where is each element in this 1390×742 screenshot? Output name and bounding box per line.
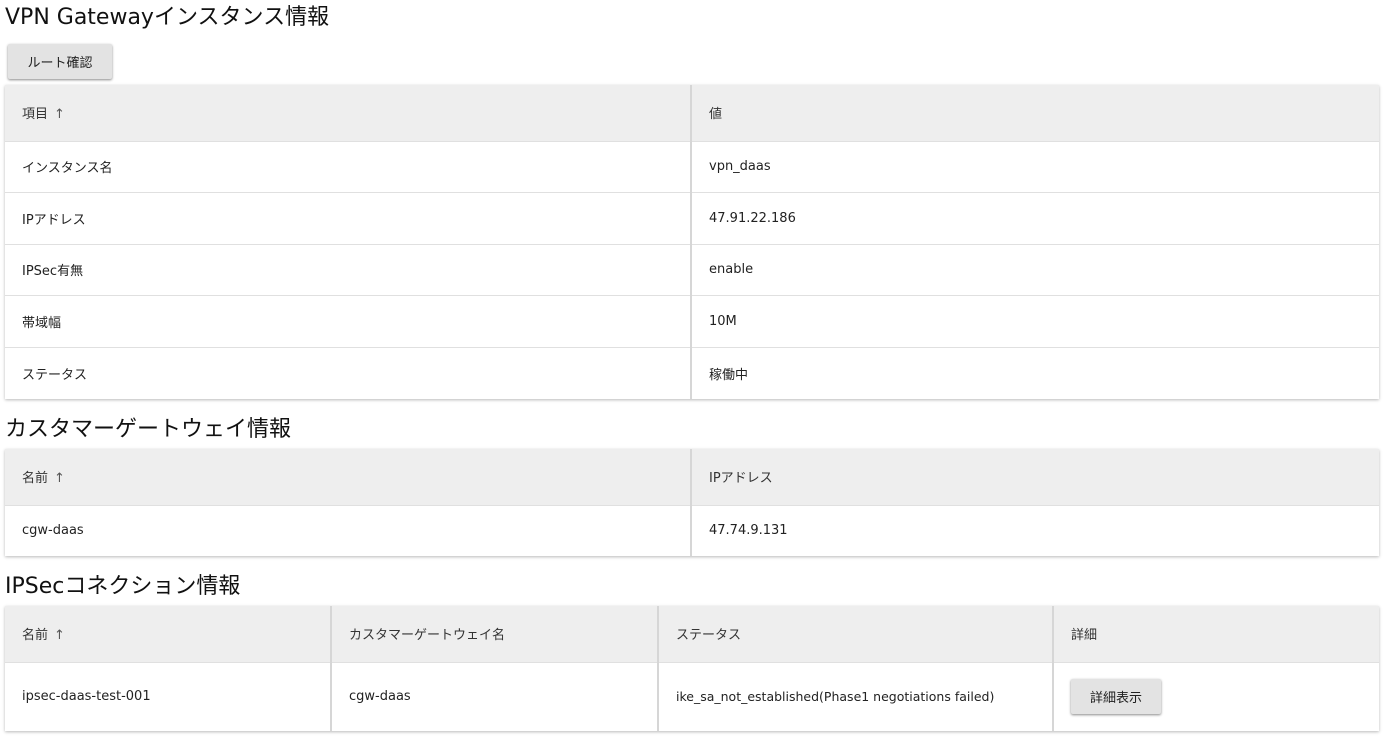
ipsec-name: ipsec-daas-test-001 <box>5 661 331 731</box>
row-label: 帯域幅 <box>5 295 691 348</box>
row-label: ステータス <box>5 346 691 399</box>
table-header-row: 名前 ↑ カスタマーゲートウェイ名 ステータス 詳細 <box>5 606 1379 662</box>
row-value: enable <box>690 243 1379 296</box>
column-header-label: 名前 <box>22 628 49 644</box>
table-row: IPアドレス 47.91.22.186 <box>5 192 1379 245</box>
row-label: IPアドレス <box>5 192 691 245</box>
ipsec-section-title: IPSecコネクション情報 <box>5 574 241 599</box>
route-check-button[interactable]: ルート確認 <box>8 44 112 79</box>
table-header-row: 項目 ↑ 値 <box>5 85 1379 141</box>
column-header-cgw-name: カスタマーゲートウェイ名 <box>330 606 658 662</box>
column-header-label: 項目 <box>22 107 49 123</box>
table-row: 帯域幅 10M <box>5 295 1379 348</box>
column-header-label: 値 <box>709 107 723 123</box>
detail-view-button[interactable]: 詳細表示 <box>1071 679 1161 715</box>
row-label: インスタンス名 <box>5 140 691 193</box>
sort-up-icon[interactable]: ↑ <box>54 471 65 486</box>
column-header-item[interactable]: 項目 ↑ <box>5 85 691 141</box>
table-row: ステータス 稼働中 <box>5 346 1379 399</box>
column-header-detail: 詳細 <box>1052 606 1379 662</box>
vpn-section-title: VPN Gatewayインスタンス情報 <box>5 5 330 30</box>
cgw-section-title: カスタマーゲートウェイ情報 <box>5 417 292 442</box>
column-header-label: 詳細 <box>1071 628 1098 644</box>
sort-up-icon[interactable]: ↑ <box>54 107 65 122</box>
table-row: ipsec-daas-test-001 cgw-daas ike_sa_not_… <box>5 661 1379 731</box>
cgw-ip: 47.74.9.131 <box>690 504 1379 556</box>
sort-up-icon[interactable]: ↑ <box>54 628 65 643</box>
row-label: IPSec有無 <box>5 243 691 296</box>
column-header-label: IPアドレス <box>709 471 773 487</box>
column-header-label: 名前 <box>22 471 49 487</box>
column-header-status: ステータス <box>657 606 1053 662</box>
status-value: 稼働中 <box>690 346 1379 399</box>
ipsec-cgw-name: cgw-daas <box>330 661 658 731</box>
table-row: インスタンス名 vpn_daas <box>5 140 1379 193</box>
row-value: 47.91.22.186 <box>690 192 1379 245</box>
column-header-ip: IPアドレス <box>690 449 1379 505</box>
cgw-name: cgw-daas <box>5 504 691 556</box>
vpn-instance-table: 項目 ↑ 値 インスタンス名 vpn_daas IPアドレス 47.91.22.1… <box>5 85 1379 399</box>
table-row: IPSec有無 enable <box>5 243 1379 296</box>
ipsec-detail-cell: 詳細表示 <box>1052 661 1379 731</box>
ipsec-table: 名前 ↑ カスタマーゲートウェイ名 ステータス 詳細 ipsec-daas-tes… <box>5 606 1379 731</box>
column-header-value: 値 <box>690 85 1379 141</box>
table-row: cgw-daas 47.74.9.131 <box>5 504 1379 556</box>
column-header-name[interactable]: 名前 ↑ <box>5 606 331 662</box>
cgw-table: 名前 ↑ IPアドレス cgw-daas 47.74.9.131 <box>5 449 1379 556</box>
row-value: vpn_daas <box>690 140 1379 193</box>
ipsec-status: ike_sa_not_established(Phase1 negotiatio… <box>657 661 1053 731</box>
table-header-row: 名前 ↑ IPアドレス <box>5 449 1379 505</box>
column-header-label: ステータス <box>676 628 742 644</box>
row-value: 10M <box>690 295 1379 348</box>
column-header-label: カスタマーゲートウェイ名 <box>349 628 506 644</box>
column-header-name[interactable]: 名前 ↑ <box>5 449 691 505</box>
